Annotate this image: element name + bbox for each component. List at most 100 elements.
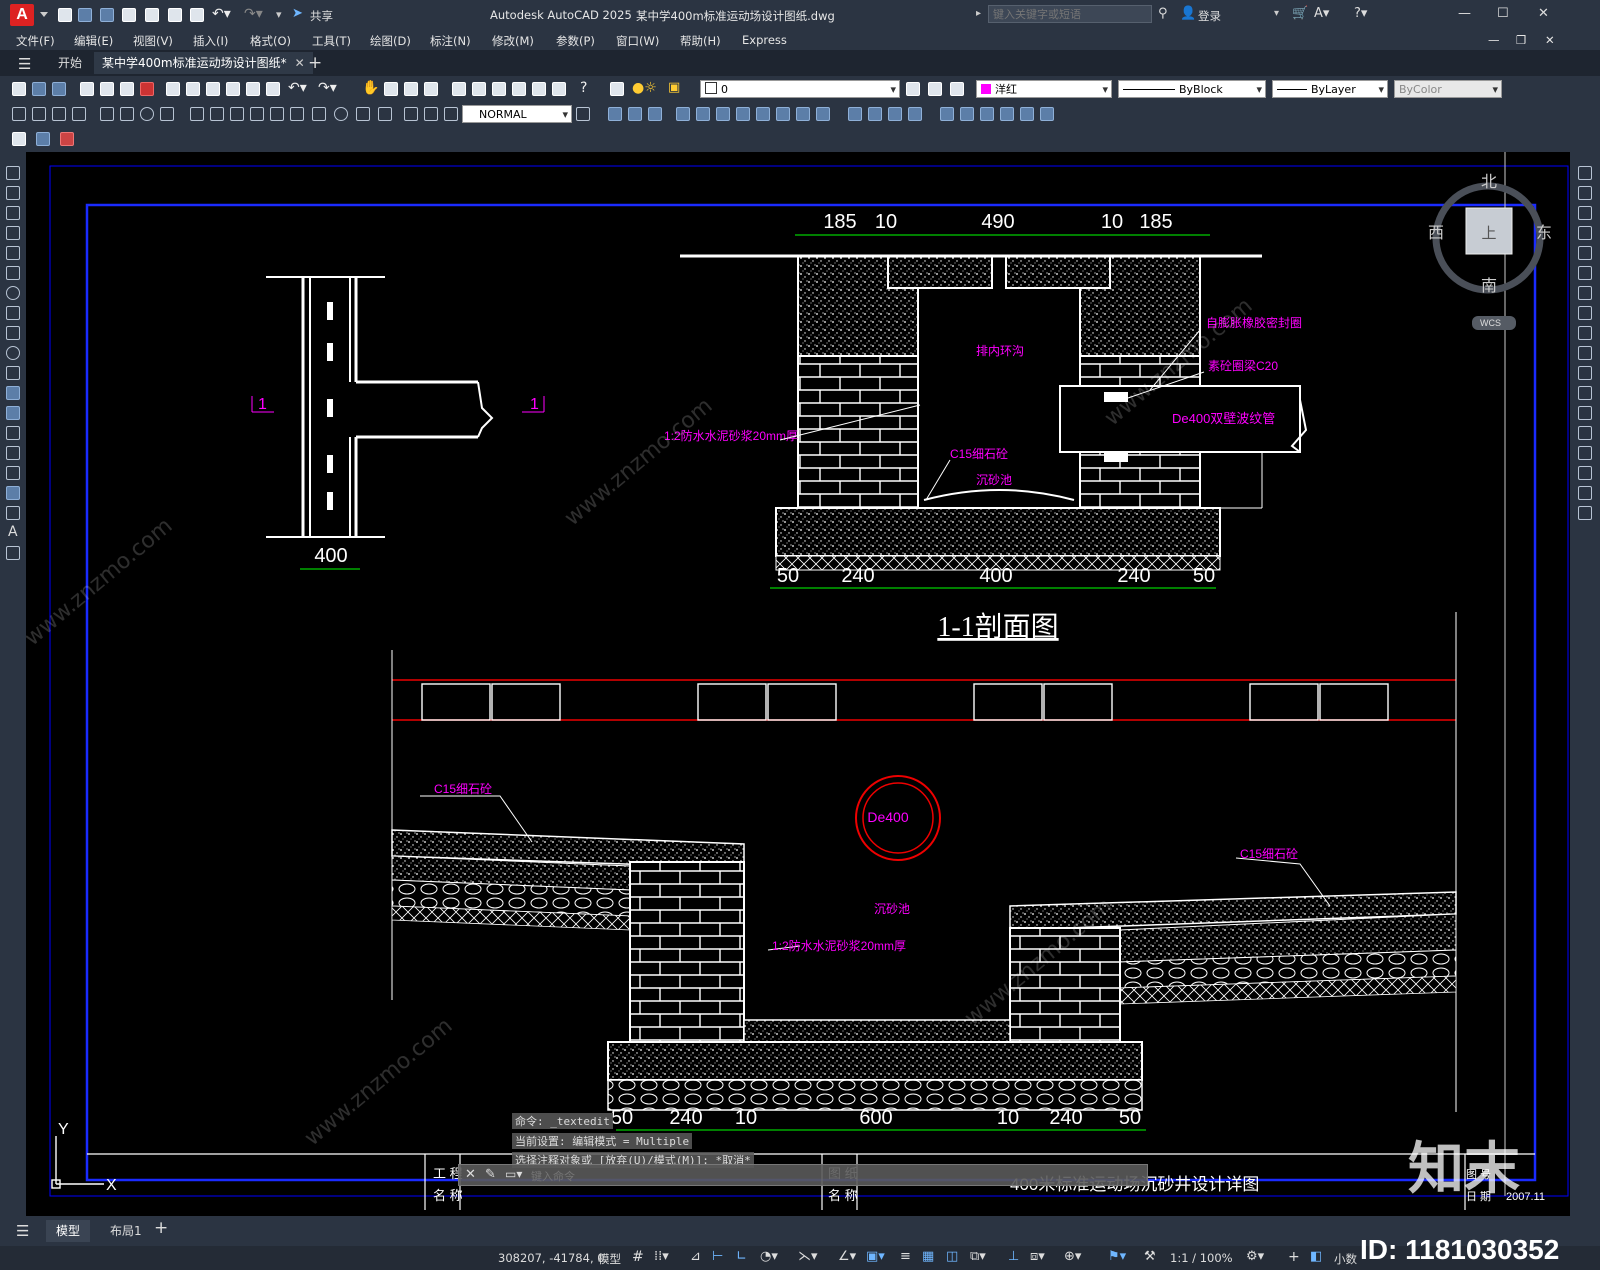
user-icon[interactable]: 👤: [1180, 6, 1196, 21]
copy-icon[interactable]: [186, 82, 200, 96]
view-icon-4[interactable]: [676, 107, 690, 121]
menu-window[interactable]: 窗口(W): [616, 33, 659, 49]
login-button[interactable]: 登录: [1198, 8, 1221, 24]
arc-length-icon[interactable]: [52, 107, 66, 121]
tolerance-icon[interactable]: [290, 107, 304, 121]
ellipse-arc-icon[interactable]: [6, 366, 20, 380]
save-web-icon[interactable]: [168, 8, 182, 22]
open-icon[interactable]: [32, 82, 46, 96]
dim-text-edit-icon[interactable]: [404, 107, 418, 121]
calculator-icon[interactable]: [552, 82, 566, 96]
extend-icon[interactable]: [1578, 366, 1592, 380]
grid-icon[interactable]: #: [632, 1249, 644, 1265]
layer-state-icon[interactable]: [950, 82, 964, 96]
menu-tools[interactable]: 工具(T): [312, 33, 351, 49]
open-folder-icon[interactable]: [78, 8, 92, 22]
new-file-icon[interactable]: [58, 8, 72, 22]
zoom-window-icon[interactable]: [404, 82, 418, 96]
hamburger-menu-icon[interactable]: ☰: [18, 55, 31, 73]
selection-filter-icon[interactable]: ⧈▾: [1030, 1249, 1045, 1264]
qat-dropdown-icon[interactable]: ▾: [276, 8, 282, 21]
autodesk-app-icon[interactable]: A▾: [1314, 6, 1329, 21]
dynamic-ucs-icon[interactable]: ⊥: [1008, 1249, 1019, 1264]
viewcube-east[interactable]: 东: [1536, 224, 1552, 242]
paste-icon[interactable]: [206, 82, 220, 96]
dynamic-input-icon[interactable]: ⊢: [712, 1249, 723, 1264]
add-selected-icon[interactable]: [6, 546, 20, 560]
array-icon[interactable]: [1578, 246, 1592, 260]
plot-icon[interactable]: [190, 8, 204, 22]
close-button[interactable]: ✕: [1538, 6, 1549, 21]
zoom-previous-icon[interactable]: [424, 82, 438, 96]
transparency-icon[interactable]: ▦: [922, 1249, 934, 1264]
rotate-icon[interactable]: [1578, 286, 1592, 300]
spline-icon[interactable]: [6, 326, 20, 340]
minimize-button[interactable]: —: [1458, 6, 1471, 21]
break-icon[interactable]: [1578, 406, 1592, 420]
stretch-icon[interactable]: [1578, 326, 1592, 340]
ucs-icon-6[interactable]: [1040, 107, 1054, 121]
pdf-icon[interactable]: [140, 82, 154, 96]
linear-dim-icon[interactable]: [12, 107, 26, 121]
aligned-dim-icon[interactable]: [32, 107, 46, 121]
login-dropdown-icon[interactable]: ▾: [1274, 8, 1279, 19]
menu-express[interactable]: Express: [742, 33, 787, 47]
search-icon[interactable]: ⚲: [1158, 6, 1168, 21]
view-icon-8[interactable]: [756, 107, 770, 121]
match-properties-icon[interactable]: [246, 82, 260, 96]
view-icon-10[interactable]: [796, 107, 810, 121]
tool-palettes-icon[interactable]: [492, 82, 506, 96]
offset-icon[interactable]: [1578, 226, 1592, 240]
annotation-scale[interactable]: 1:1 / 100%: [1170, 1251, 1233, 1265]
view-icon-5[interactable]: [696, 107, 710, 121]
view-icon-11[interactable]: [816, 107, 830, 121]
viewcube-wcs[interactable]: WCS: [1480, 318, 1501, 328]
rectangle-icon[interactable]: [6, 246, 20, 260]
layout-menu-icon[interactable]: ☰: [16, 1222, 29, 1240]
menu-insert[interactable]: 插入(I): [193, 33, 228, 49]
jogged-linear-icon[interactable]: [356, 107, 370, 121]
layer-lock-icon[interactable]: ▣: [668, 80, 680, 95]
viewcube-south[interactable]: 南: [1481, 277, 1497, 295]
osnap-icon[interactable]: ▣▾: [866, 1249, 885, 1264]
auto-scale-icon[interactable]: ⚒: [1144, 1249, 1156, 1264]
mirror-icon[interactable]: [1578, 206, 1592, 220]
open-web-icon[interactable]: [145, 8, 159, 22]
drawing-canvas[interactable]: 400 1 1 185 10 490 10 185 50 240 400 240…: [0, 152, 1600, 1216]
redo-tb-icon[interactable]: ↷▾: [318, 80, 337, 96]
linetype-dropdown[interactable]: ByBlock: [1118, 80, 1266, 98]
autocad-logo[interactable]: A: [10, 4, 34, 26]
units-icon[interactable]: ◧: [1310, 1249, 1322, 1264]
visual-style-icon-1[interactable]: [848, 107, 862, 121]
gradient-icon[interactable]: [6, 466, 20, 480]
insert-block-icon[interactable]: [6, 386, 20, 400]
menu-file[interactable]: 文件(F): [16, 33, 55, 49]
menu-help[interactable]: 帮助(H): [680, 33, 721, 49]
baseline-dim-icon[interactable]: [210, 107, 224, 121]
view-icon-2[interactable]: [628, 107, 642, 121]
dim-break-icon[interactable]: [270, 107, 284, 121]
view-icon-6[interactable]: [716, 107, 730, 121]
view-icon-1[interactable]: [608, 107, 622, 121]
workspace-icon-3[interactable]: [60, 132, 74, 146]
move-icon[interactable]: [1578, 266, 1592, 280]
viewcube-west[interactable]: 西: [1428, 225, 1444, 242]
jogged-dim-icon[interactable]: [120, 107, 134, 121]
ucs-icon-3[interactable]: [980, 107, 994, 121]
search-expand-icon[interactable]: ▸: [976, 8, 981, 19]
quick-dim-icon[interactable]: [190, 107, 204, 121]
menu-view[interactable]: 视图(V): [133, 33, 173, 49]
undo-tb-icon[interactable]: ↶▾: [288, 80, 307, 96]
construction-line-icon[interactable]: [6, 186, 20, 200]
tab-start[interactable]: 开始: [50, 52, 90, 74]
design-center-icon[interactable]: [472, 82, 486, 96]
command-prompt-icon[interactable]: ▭▾: [505, 1167, 522, 1181]
new-tab-plus-icon[interactable]: +: [308, 53, 322, 73]
print-icon[interactable]: [80, 82, 94, 96]
properties-icon[interactable]: [452, 82, 466, 96]
cart-icon[interactable]: 🛒: [1292, 6, 1308, 21]
ucs-icon-2[interactable]: [960, 107, 974, 121]
polygon-icon[interactable]: [6, 226, 20, 240]
visual-style-icon-3[interactable]: [888, 107, 902, 121]
color-dropdown[interactable]: 洋红: [976, 80, 1112, 98]
